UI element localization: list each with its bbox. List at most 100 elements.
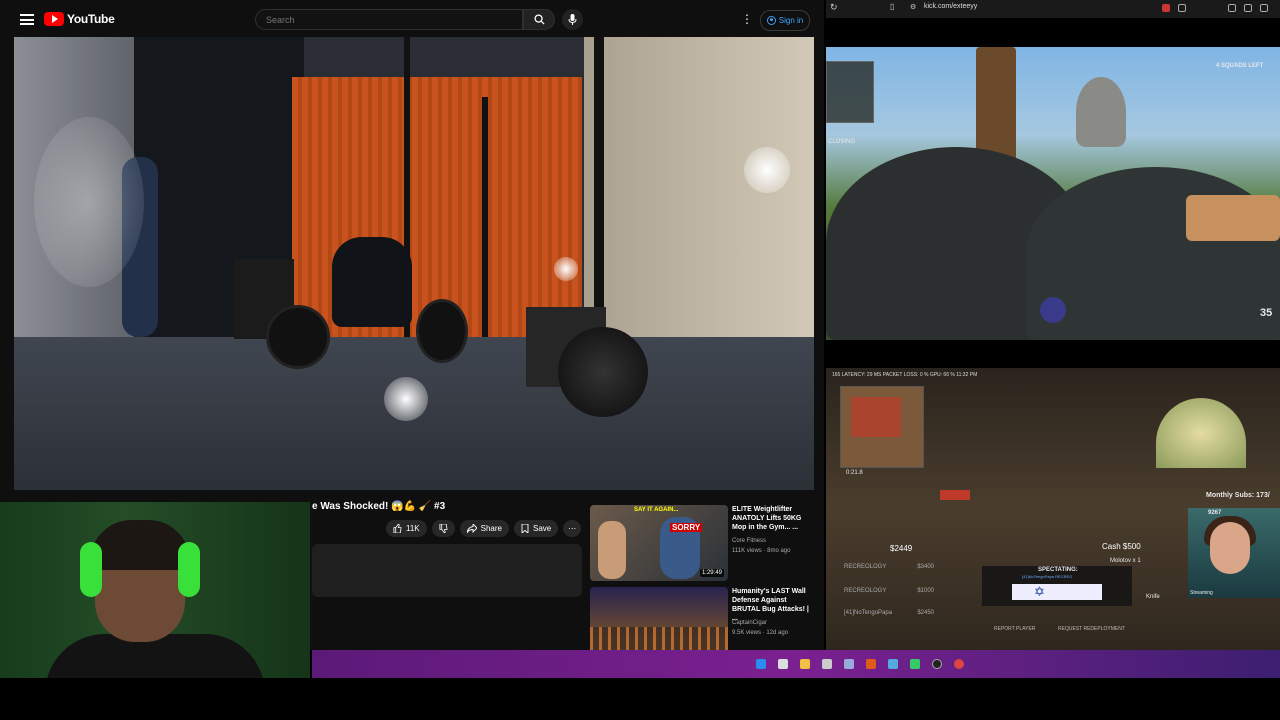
thumbs-up-icon	[393, 524, 402, 533]
search-box	[255, 9, 523, 30]
brave-shield-icon[interactable]	[1162, 4, 1170, 12]
more-actions-icon[interactable]: ⋯	[563, 520, 582, 537]
save-label: Save	[533, 524, 552, 533]
file-explorer-icon[interactable]	[800, 659, 810, 669]
reload-icon[interactable]: ↻	[830, 2, 838, 13]
spectating-name: [41]NoTengoPapa RECREO	[1022, 574, 1073, 579]
playlist-icon[interactable]	[1228, 4, 1236, 12]
voice-search-button[interactable]	[562, 9, 583, 30]
app-icon[interactable]	[888, 659, 898, 669]
item-label: Molotov x 1	[1110, 558, 1141, 564]
stream-bottom-game[interactable]: 165 LATENCY: 29 MS PACKET LOSS: 0 % GPU:…	[826, 368, 1280, 650]
health-number: 35	[1260, 307, 1273, 319]
teammate-name: RECREOLOGY	[844, 564, 887, 570]
weapon-label: Knife	[1146, 594, 1160, 600]
streamer-webcam: 9267 Streaming	[1188, 508, 1280, 598]
extension-icon[interactable]	[1178, 4, 1186, 12]
search-button[interactable]	[523, 9, 555, 30]
rower-flywheel	[558, 327, 648, 417]
weight-plate	[266, 305, 330, 369]
player-money: $2449	[890, 544, 913, 553]
sub-count: 9267	[1208, 510, 1222, 516]
related-video-item[interactable]: Humanity's LAST Wall Defense Against BRU…	[590, 585, 818, 650]
thumbnail-person	[598, 521, 626, 579]
brave-browser-icon[interactable]	[866, 659, 876, 669]
stream-stats: 165 LATENCY: 29 MS PACKET LOSS: 0 % GPU:…	[832, 372, 978, 378]
teammate-row: RECREOLOGY $3400	[844, 564, 934, 570]
task-view-icon[interactable]	[778, 659, 788, 669]
sign-in-button[interactable]: Sign in	[760, 10, 810, 31]
streamer-face	[1210, 522, 1250, 574]
obs-icon[interactable]	[932, 659, 942, 669]
taskbar	[312, 650, 1280, 678]
sparkle-effect	[384, 377, 428, 421]
bookmark-icon[interactable]: ▯	[890, 2, 894, 11]
share-button[interactable]: Share	[459, 520, 509, 537]
app-icon[interactable]	[910, 659, 920, 669]
teammate-row: [41]NoTengoPapa $2450	[844, 610, 934, 616]
headphone-right	[178, 542, 200, 597]
rack-post	[482, 97, 488, 337]
bookmark-icon	[521, 524, 529, 533]
stream-top-game[interactable]: CLOSING 4 SQUADS LEFT 35	[826, 47, 1280, 340]
sparkle-effect	[554, 257, 578, 281]
related-title[interactable]: Humanity's LAST Wall Defense Against BRU…	[732, 587, 816, 623]
notepad-icon[interactable]	[822, 659, 832, 669]
browser-window: ↻ ▯ ⚙ kick.com/exteeyy CLOSING 4 SQUADS …	[826, 0, 1280, 650]
account-icon	[766, 16, 776, 25]
like-button[interactable]: 11K	[386, 520, 427, 537]
thumbnail-scene	[590, 627, 728, 650]
ability-icon	[1040, 297, 1066, 323]
related-title[interactable]: ELITE Weightlifter ANATOLY Lifts 50KG Mo…	[732, 505, 816, 532]
app-icon[interactable]	[954, 659, 964, 669]
webcam-overlay	[0, 502, 310, 678]
app-icon[interactable]	[844, 659, 854, 669]
related-thumbnail[interactable]	[590, 587, 728, 650]
handcam-overlay	[1186, 195, 1280, 241]
boulder	[1076, 77, 1126, 147]
teammate-money: $2450	[917, 610, 934, 616]
video-player[interactable]	[14, 37, 814, 490]
cash-label: Cash $500	[1102, 542, 1141, 551]
related-channel[interactable]: CaptainCigar	[732, 620, 767, 626]
related-video-item[interactable]: SAY IT AGAIN... SORRY 1:29:49 ELITE Weig…	[590, 503, 818, 585]
sidebar-icon[interactable]	[1244, 4, 1252, 12]
site-settings-icon[interactable]: ⚙	[910, 3, 916, 11]
share-label: Share	[480, 524, 502, 533]
bomb-indicator	[940, 490, 970, 500]
browser-toolbar: ↻ ▯ ⚙ kick.com/exteeyy	[826, 0, 1280, 18]
windows-start-icon[interactable]	[756, 659, 766, 669]
youtube-play-icon	[44, 12, 64, 26]
minimap	[826, 61, 874, 123]
dislike-button[interactable]	[431, 520, 455, 537]
thumbs-down-icon	[439, 524, 448, 533]
youtube-header: YouTube ⋮ Sign in	[0, 0, 824, 40]
youtube-logo[interactable]: YouTube	[44, 12, 115, 26]
monthly-subs: Monthly Subs: 173/	[1206, 492, 1270, 499]
report-player-button[interactable]: REPORT PLAYER	[994, 626, 1035, 632]
player-flag	[1012, 584, 1102, 600]
video-duration: 1:29:49	[699, 569, 724, 577]
search-input[interactable]	[256, 10, 516, 30]
save-button[interactable]: Save	[514, 520, 559, 537]
wallet-icon[interactable]	[1260, 4, 1268, 12]
more-options-icon[interactable]: ⋮	[741, 13, 753, 25]
sign-in-label: Sign in	[778, 16, 804, 25]
related-channel[interactable]: Core Fitness	[732, 538, 766, 544]
related-thumbnail[interactable]: SAY IT AGAIN... SORRY 1:29:49	[590, 505, 728, 581]
teammate-name: [41]NoTengoPapa	[844, 610, 893, 616]
thumbnail-caption: SORRY	[670, 523, 703, 532]
webcam-person-hair	[90, 520, 190, 570]
redeploy-button[interactable]: REQUEST REDEPLOYMENT	[1058, 626, 1125, 632]
related-videos: SAY IT AGAIN... SORRY 1:29:49 ELITE Weig…	[590, 503, 818, 650]
headphone-left	[80, 542, 102, 597]
search-icon	[533, 14, 545, 25]
star-of-david-icon: ✡	[1034, 584, 1045, 599]
description-box[interactable]	[312, 544, 582, 597]
microphone-icon	[568, 14, 577, 25]
glow-effect	[34, 117, 144, 287]
address-bar[interactable]: kick.com/exteeyy	[924, 3, 977, 10]
hamburger-menu-icon[interactable]	[20, 14, 34, 25]
sparkle-effect	[744, 147, 790, 193]
related-meta: 9.5K views · 12d ago	[732, 630, 789, 636]
